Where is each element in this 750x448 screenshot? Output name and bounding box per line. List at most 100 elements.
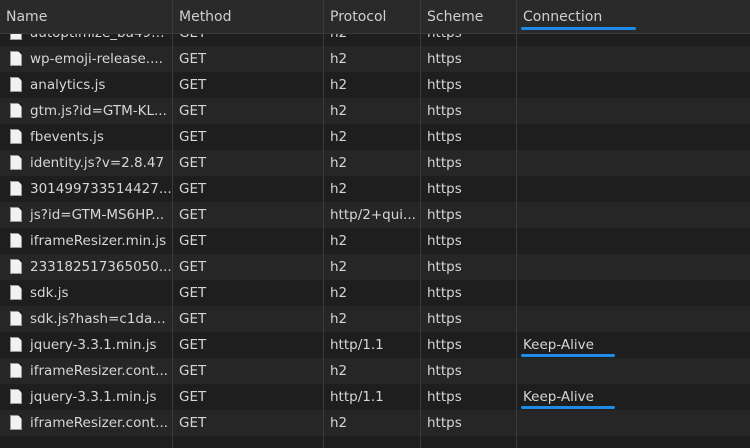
request-scheme: https <box>421 34 515 46</box>
column-divider[interactable] <box>172 0 173 448</box>
request-connection <box>517 98 750 124</box>
request-scheme: https <box>427 389 462 405</box>
request-name: 233182517365050... <box>30 259 172 275</box>
request-connection <box>517 410 750 436</box>
request-protocol: h2 <box>330 311 348 327</box>
table-row[interactable]: analytics.js GET h2 https <box>0 72 750 98</box>
table-body: autoptimize_ba499...GETh2httpswp-emoji-r… <box>0 34 750 448</box>
request-method: GET <box>179 415 207 431</box>
request-method: GET <box>179 181 207 197</box>
table-row[interactable]: gtm.js?id=GTM-KL... GET h2 https <box>0 98 750 124</box>
column-header-protocol[interactable]: Protocol <box>324 0 420 34</box>
table-row[interactable]: jquery-3.3.1.min.js GET http/1.1 https Keep-… <box>0 332 750 358</box>
network-requests-table: Name Method Protocol Scheme Connection a… <box>0 0 750 448</box>
request-name: sdk.js?hash=c1dad... <box>30 311 172 327</box>
request-connection <box>517 280 750 306</box>
request-scheme: https <box>427 311 462 327</box>
request-connection <box>517 254 750 280</box>
connection-highlight-underline <box>521 354 615 357</box>
request-method: GET <box>179 389 207 405</box>
table-header: Name Method Protocol Scheme Connection <box>0 0 750 34</box>
request-scheme: https <box>427 181 462 197</box>
request-scheme: https <box>427 285 462 301</box>
request-connection <box>517 46 750 72</box>
request-scheme: https <box>427 337 462 353</box>
request-name: fbevents.js <box>30 129 104 145</box>
request-protocol: h2 <box>330 155 348 171</box>
request-method: GET <box>179 259 207 275</box>
request-method: GET <box>179 363 207 379</box>
request-scheme: https <box>427 51 462 67</box>
request-name: analytics.js <box>30 77 106 93</box>
request-name: iframeResizer.cont... <box>30 363 169 379</box>
request-method: GET <box>173 34 323 46</box>
request-name: js?id=GTM-MS6HP... <box>30 207 165 223</box>
request-protocol: h2 <box>330 415 348 431</box>
request-protocol: http/1.1 <box>330 389 384 405</box>
request-connection <box>517 124 750 150</box>
request-connection <box>517 150 750 176</box>
request-protocol: http/2+qui... <box>330 207 416 223</box>
table-row[interactable]: jquery-3.3.1.min.js GET http/1.1 https Keep-… <box>0 384 750 410</box>
column-divider[interactable] <box>323 0 324 448</box>
request-connection <box>517 228 750 254</box>
request-method: GET <box>179 129 207 145</box>
request-protocol: h2 <box>330 363 348 379</box>
rows-container: autoptimize_ba499...GETh2httpswp-emoji-r… <box>0 34 750 436</box>
request-method: GET <box>179 77 207 93</box>
request-name: jquery-3.3.1.min.js <box>30 337 157 353</box>
connection-header-highlight <box>521 27 636 30</box>
request-protocol: h2 <box>324 34 420 46</box>
request-method: GET <box>179 155 207 171</box>
request-protocol: h2 <box>330 77 348 93</box>
request-protocol: h2 <box>330 181 348 197</box>
request-name: identity.js?v=2.8.47 <box>30 155 165 171</box>
request-connection <box>517 72 750 98</box>
request-name: iframeResizer.cont... <box>30 415 169 431</box>
table-row[interactable]: sdk.js GET h2 https <box>0 280 750 306</box>
column-divider[interactable] <box>420 0 421 448</box>
request-protocol: http/1.1 <box>330 337 384 353</box>
request-connection <box>517 306 750 332</box>
request-protocol: h2 <box>330 103 348 119</box>
column-header-scheme[interactable]: Scheme <box>421 0 515 34</box>
request-connection <box>517 34 750 46</box>
request-scheme: https <box>427 77 462 93</box>
request-scheme: https <box>427 259 462 275</box>
request-scheme: https <box>427 363 462 379</box>
column-divider[interactable] <box>516 0 517 448</box>
request-method: GET <box>179 51 207 67</box>
table-row[interactable]: iframeResizer.cont... GET h2 https <box>0 410 750 436</box>
request-name: jquery-3.3.1.min.js <box>30 389 157 405</box>
request-scheme: https <box>427 103 462 119</box>
table-row[interactable]: autoptimize_ba499...GETh2https <box>0 34 750 46</box>
request-protocol: h2 <box>330 51 348 67</box>
request-scheme: https <box>427 415 462 431</box>
table-row[interactable]: 301499733514427... GET h2 https <box>0 176 750 202</box>
request-protocol: h2 <box>330 233 348 249</box>
request-scheme: https <box>427 207 462 223</box>
request-connection <box>517 358 750 384</box>
request-connection <box>517 202 750 228</box>
column-header-name[interactable]: Name <box>0 0 172 34</box>
table-row[interactable]: iframeResizer.cont... GET h2 https <box>0 358 750 384</box>
request-name: autoptimize_ba499... <box>0 34 172 46</box>
request-scheme: https <box>427 129 462 145</box>
request-name: wp-emoji-release.... <box>30 51 163 67</box>
request-method: GET <box>179 207 207 223</box>
request-method: GET <box>179 233 207 249</box>
table-row[interactable]: 233182517365050... GET h2 https <box>0 254 750 280</box>
request-method: GET <box>179 311 207 327</box>
request-protocol: h2 <box>330 285 348 301</box>
request-name: 301499733514427... <box>30 181 172 197</box>
request-scheme: https <box>427 233 462 249</box>
connection-highlight-underline <box>521 406 615 409</box>
table-row[interactable]: wp-emoji-release.... GET h2 https <box>0 46 750 72</box>
request-method: GET <box>179 285 207 301</box>
table-row[interactable]: identity.js?v=2.8.47 GET h2 https <box>0 150 750 176</box>
table-row[interactable]: sdk.js?hash=c1dad... GET h2 https <box>0 306 750 332</box>
column-header-method[interactable]: Method <box>173 0 323 34</box>
table-row[interactable]: iframeResizer.min.js GET h2 https <box>0 228 750 254</box>
table-row[interactable]: fbevents.js GET h2 https <box>0 124 750 150</box>
table-row[interactable]: js?id=GTM-MS6HP... GET http/2+qui... https <box>0 202 750 228</box>
